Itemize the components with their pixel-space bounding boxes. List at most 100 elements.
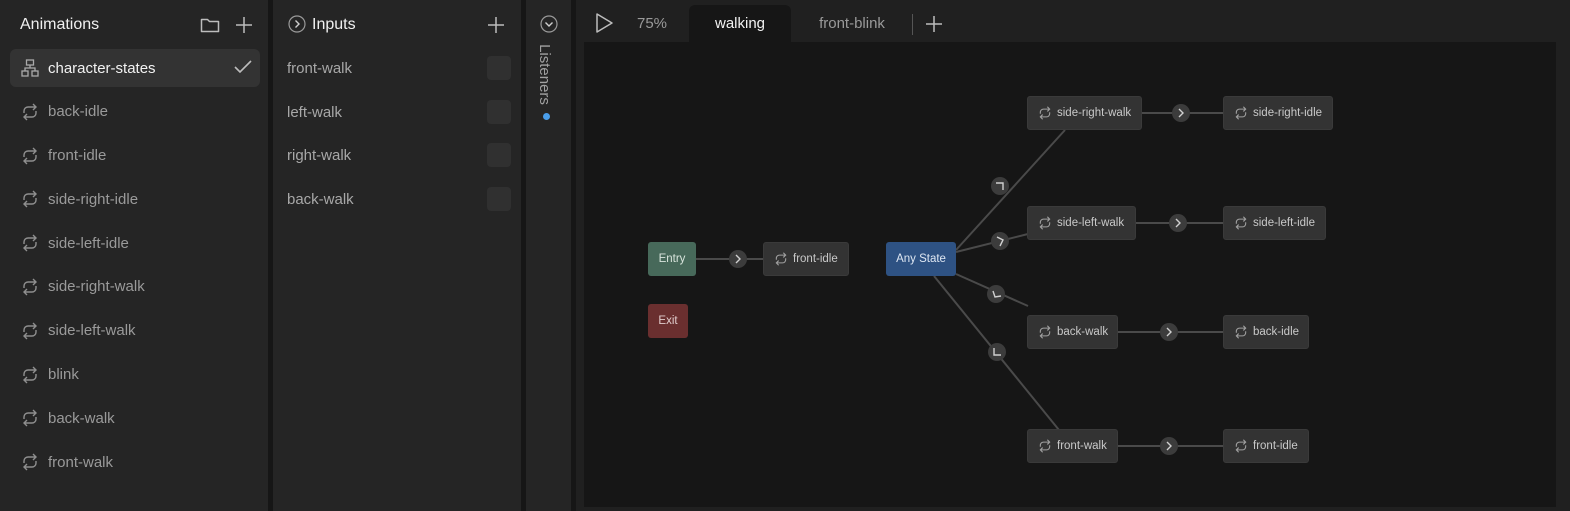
state-node-label: side-left-walk xyxy=(1057,217,1125,229)
add-input-icon[interactable] xyxy=(485,14,507,36)
add-animation-icon[interactable] xyxy=(233,14,255,36)
loop-icon xyxy=(21,103,39,121)
listeners-tab[interactable]: Listeners xyxy=(535,42,558,112)
loop-icon xyxy=(21,278,39,296)
animation-item-label: back-walk xyxy=(48,409,115,427)
input-toggle[interactable] xyxy=(487,143,511,167)
animation-item-label: side-left-idle xyxy=(48,234,129,252)
transition-arrow[interactable] xyxy=(729,250,747,268)
loop-icon xyxy=(1038,216,1052,230)
checkmark-icon xyxy=(234,59,252,75)
animation-item-back-walk[interactable]: back-walk xyxy=(10,399,260,437)
animation-item-character-states[interactable]: character-states xyxy=(10,49,260,87)
state-node-label: front-walk xyxy=(1057,440,1107,452)
input-label: right-walk xyxy=(287,147,352,164)
animation-item-side-right-walk[interactable]: side-right-walk xyxy=(10,268,260,306)
exit-node[interactable]: Exit xyxy=(648,304,688,338)
transition-arrow[interactable] xyxy=(987,285,1005,303)
entry-node[interactable]: Entry xyxy=(648,242,696,276)
animation-item-side-right-idle[interactable]: side-right-idle xyxy=(10,180,260,218)
transition-arrow[interactable] xyxy=(988,343,1006,361)
tab-front-blink[interactable]: front-blink xyxy=(801,5,903,42)
animation-item-label: blink xyxy=(48,366,79,384)
animations-title: Animations xyxy=(20,16,100,33)
animation-item-front-idle[interactable]: front-idle xyxy=(10,137,260,175)
state-node-label: back-walk xyxy=(1057,326,1109,338)
loop-icon xyxy=(1234,216,1248,230)
input-row-left-walk[interactable]: left-walk xyxy=(273,98,521,128)
animation-item-blink[interactable]: blink xyxy=(10,356,260,394)
input-label: back-walk xyxy=(287,191,354,208)
input-toggle[interactable] xyxy=(487,187,511,211)
state-node-front-walk[interactable]: front-walk xyxy=(1027,429,1118,463)
inputs-title: Inputs xyxy=(312,16,356,33)
tab-walking[interactable]: walking xyxy=(689,5,791,42)
any-state-node[interactable]: Any State xyxy=(886,242,956,276)
transition-arrow[interactable] xyxy=(1160,323,1178,341)
animation-item-label: back-idle xyxy=(48,103,109,121)
input-row-front-walk[interactable]: front-walk xyxy=(273,54,521,84)
loop-icon xyxy=(1234,439,1248,453)
state-node-side-right-idle[interactable]: side-right-idle xyxy=(1223,96,1333,130)
add-tab-icon[interactable] xyxy=(923,13,945,35)
state-node-label: side-right-walk xyxy=(1057,107,1132,119)
animation-item-back-idle[interactable]: back-idle xyxy=(10,93,260,131)
loop-icon xyxy=(21,322,39,340)
state-node-side-left-walk[interactable]: side-left-walk xyxy=(1027,206,1136,240)
transition-arrow[interactable] xyxy=(991,232,1009,250)
animation-item-label: character-states xyxy=(48,59,156,77)
transition-arrow[interactable] xyxy=(991,177,1009,195)
loop-icon xyxy=(1234,106,1248,120)
folder-icon[interactable] xyxy=(199,14,221,36)
play-icon[interactable] xyxy=(593,12,615,34)
animation-item-side-left-walk[interactable]: side-left-walk xyxy=(10,312,260,350)
state-node-side-right-walk[interactable]: side-right-walk xyxy=(1027,96,1142,130)
animation-item-label: front-idle xyxy=(48,147,107,165)
state-node-label: front-idle xyxy=(1253,440,1298,452)
chevron-down-icon[interactable] xyxy=(538,13,560,35)
animation-item-label: side-right-walk xyxy=(48,278,145,296)
listeners-panel: Listeners xyxy=(526,0,571,511)
loop-icon xyxy=(774,252,788,266)
editor-toolbar: 75% walking front-blink xyxy=(576,0,1570,42)
animations-list: character-states back-idle front-idle si… xyxy=(10,49,260,487)
state-machine-icon xyxy=(21,59,39,77)
loop-icon xyxy=(1234,325,1248,339)
animation-item-label: side-right-idle xyxy=(48,190,139,208)
animation-item-label: side-left-walk xyxy=(48,322,136,340)
state-node-label: back-idle xyxy=(1253,326,1300,338)
inputs-panel: Inputs front-walk left-walk right-walk b… xyxy=(273,0,521,511)
transition-arrow[interactable] xyxy=(1160,437,1178,455)
loop-icon xyxy=(21,453,39,471)
state-node-label: front-idle xyxy=(793,253,838,265)
loop-icon xyxy=(1038,325,1052,339)
loop-icon xyxy=(21,409,39,427)
state-node-side-left-idle[interactable]: side-left-idle xyxy=(1223,206,1326,240)
state-node-front-idle[interactable]: front-idle xyxy=(763,242,849,276)
input-label: front-walk xyxy=(287,60,353,77)
tab-divider xyxy=(912,14,913,35)
listeners-label: Listeners xyxy=(535,44,553,105)
zoom-level[interactable]: 75% xyxy=(637,15,667,32)
loop-icon xyxy=(21,234,39,252)
animation-item-label: front-walk xyxy=(48,453,114,471)
state-node-back-idle[interactable]: back-idle xyxy=(1223,315,1309,349)
input-toggle[interactable] xyxy=(487,56,511,80)
animations-panel: Animations character-states back-idle fr… xyxy=(0,0,268,511)
loop-icon xyxy=(21,190,39,208)
chevron-right-icon[interactable] xyxy=(286,13,308,35)
input-toggle[interactable] xyxy=(487,100,511,124)
loop-icon xyxy=(21,366,39,384)
animation-item-side-left-idle[interactable]: side-left-idle xyxy=(10,224,260,262)
state-node-front-idle-2[interactable]: front-idle xyxy=(1223,429,1309,463)
loop-icon xyxy=(21,147,39,165)
loop-icon xyxy=(1038,106,1052,120)
input-row-back-walk[interactable]: back-walk xyxy=(273,185,521,215)
loop-icon xyxy=(1038,439,1052,453)
graph-canvas[interactable]: Entry Exit Any State front-idle side-rig… xyxy=(584,42,1556,507)
state-node-back-walk[interactable]: back-walk xyxy=(1027,315,1118,349)
animation-item-front-walk[interactable]: front-walk xyxy=(10,443,260,481)
transition-arrow[interactable] xyxy=(1172,104,1190,122)
transition-arrow[interactable] xyxy=(1169,214,1187,232)
input-row-right-walk[interactable]: right-walk xyxy=(273,141,521,171)
